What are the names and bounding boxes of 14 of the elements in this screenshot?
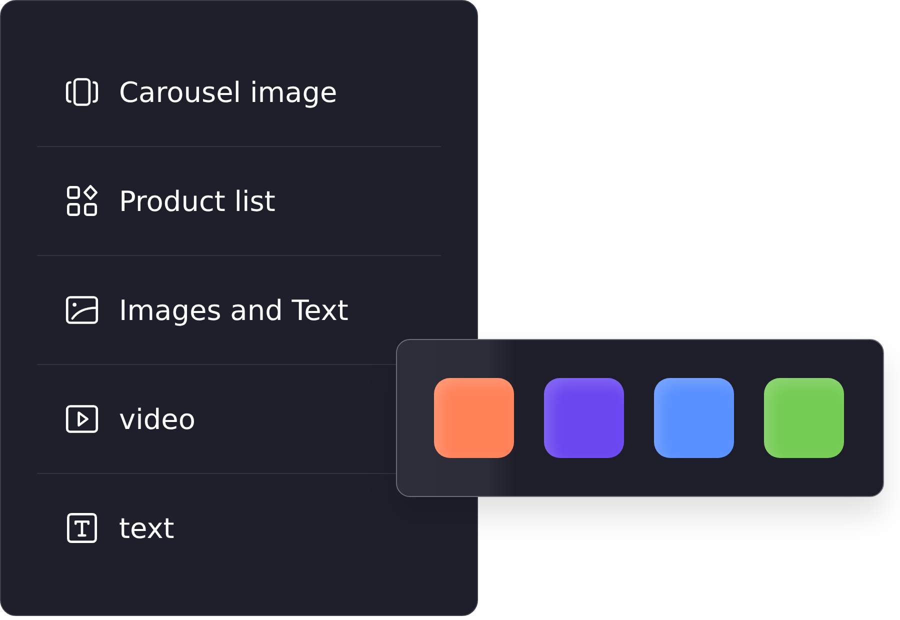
play-icon — [65, 402, 99, 436]
text-box-icon — [65, 511, 99, 545]
color-swatch[interactable] — [654, 378, 734, 458]
menu-item[interactable]: text — [119, 512, 174, 544]
slides-icon — [65, 75, 99, 109]
menu-item[interactable]: Carousel image — [119, 76, 338, 108]
menu-item[interactable]: video — [119, 402, 196, 436]
menu-item[interactable]: Product list — [119, 184, 276, 218]
grid-icon — [65, 184, 99, 218]
image-icon — [65, 293, 99, 327]
menu-item[interactable]: Images and Text — [119, 294, 348, 326]
color-swatch[interactable] — [544, 378, 624, 458]
color-swatch[interactable] — [764, 378, 844, 458]
color-swatch[interactable] — [434, 378, 514, 458]
